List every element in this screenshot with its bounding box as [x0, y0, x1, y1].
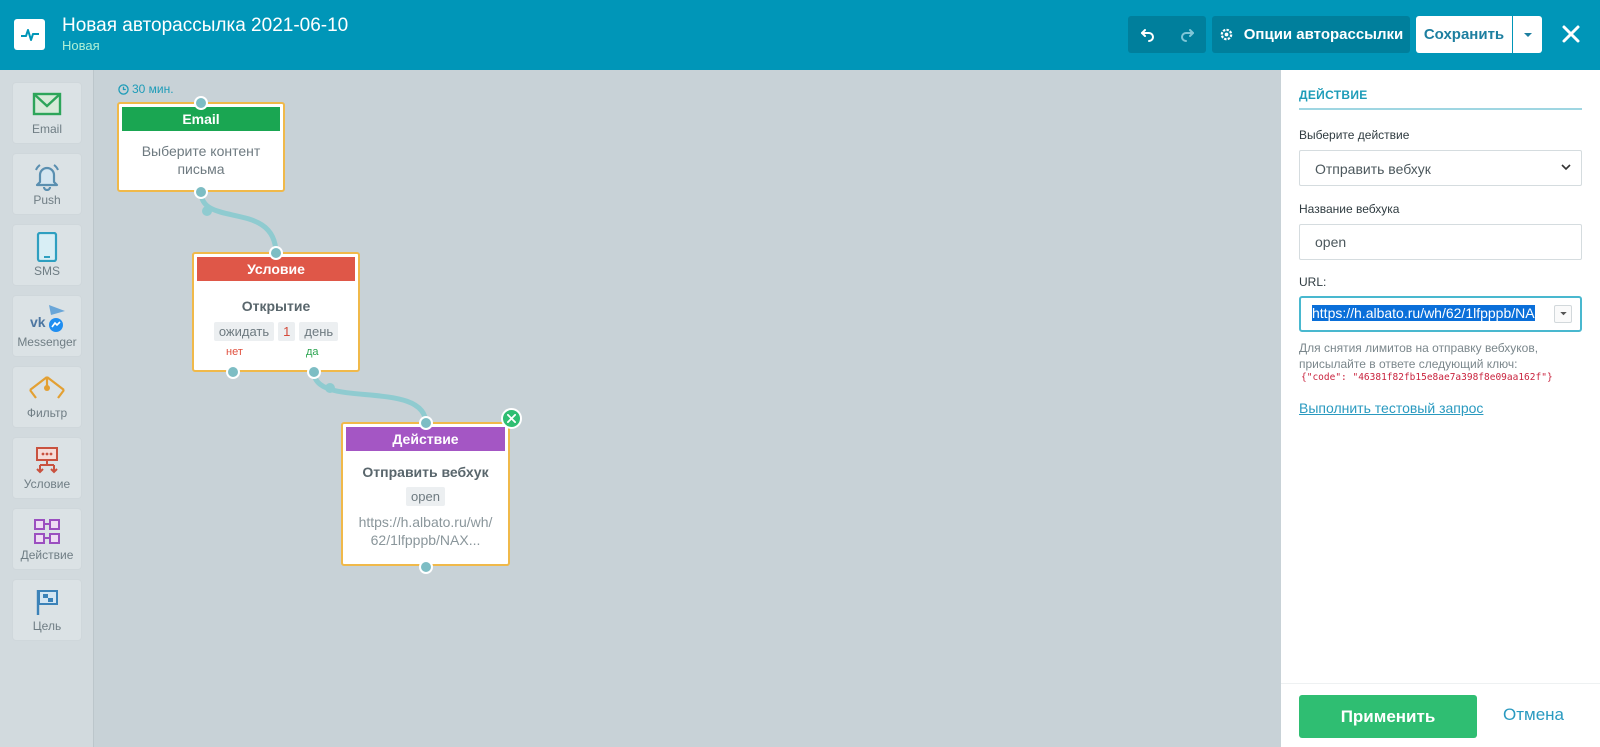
delay-value: 30 мин.: [132, 82, 174, 96]
url-label: URL:: [1299, 275, 1327, 289]
condition-no-port[interactable]: [226, 365, 240, 379]
email-node-title: Email: [122, 107, 280, 131]
close-editor-button[interactable]: [1556, 19, 1586, 49]
wait-value-chip: 1: [278, 322, 296, 341]
action-node-title: Действие: [346, 427, 505, 451]
action-select-label: Выберите действие: [1299, 128, 1410, 142]
condition-node[interactable]: Условие Открытие ожидать 1 день нет да: [192, 252, 360, 372]
email-output-port[interactable]: [194, 185, 208, 199]
condition-node-title: Условие: [197, 257, 355, 281]
wait-unit-chip: день: [299, 322, 339, 341]
condition-yes-port[interactable]: [307, 365, 321, 379]
branch-no-label: нет: [226, 346, 243, 358]
clock-icon: [118, 83, 129, 95]
url-variables-dropdown[interactable]: [1554, 305, 1572, 323]
wire-email-to-condition: [198, 191, 279, 255]
remove-node-button[interactable]: [501, 408, 522, 429]
action-node-subtitle: Отправить вебхук: [362, 464, 489, 480]
wait-label-chip: ожидать: [213, 322, 275, 341]
email-input-port[interactable]: [194, 96, 208, 110]
test-request-link[interactable]: Выполнить тестовый запрос: [1299, 400, 1483, 416]
url-input[interactable]: https://h.albato.ru/wh/62/1lfpppb/NA: [1299, 296, 1582, 332]
email-node-body: Выберите контент письма: [141, 143, 261, 177]
wire-handle[interactable]: [202, 206, 212, 216]
webhook-key-code: {"code": "46381f82fb15e8ae7a398f8e09aa16…: [1301, 372, 1553, 383]
webhook-limit-hint: Для снятия лимитов на отправку вебхуков,…: [1299, 341, 1539, 371]
wire-handle[interactable]: [325, 383, 335, 393]
panel-title: ДЕЙСТВИЕ: [1299, 88, 1368, 102]
webhook-url-preview: https://h.albato.ru/wh/62/1lfpppb/NAX...: [358, 514, 493, 548]
branch-yes-label: да: [306, 346, 319, 358]
webhook-name-chip: open: [406, 487, 445, 506]
cancel-button[interactable]: Отмена: [1503, 705, 1564, 725]
action-output-port[interactable]: [419, 560, 433, 574]
url-input-value: https://h.albato.ru/wh/62/1lfpppb/NA: [1312, 305, 1535, 321]
chevron-down-icon: [1523, 32, 1532, 37]
panel-footer: Применить Отмена: [1281, 683, 1600, 747]
condition-wait: ожидать 1 день: [194, 322, 358, 341]
condition-node-subtitle: Открытие: [241, 298, 311, 314]
settings-panel: ДЕЙСТВИЕ Выберите действие Отправить веб…: [1281, 70, 1600, 747]
email-node[interactable]: Email Выберите контент письма: [117, 102, 285, 192]
close-icon: [1562, 25, 1580, 43]
wire-condition-to-action: [311, 371, 429, 425]
save-dropdown-button[interactable]: [1513, 16, 1542, 53]
webhook-name-input[interactable]: [1299, 224, 1582, 260]
action-select[interactable]: Отправить вебхук: [1299, 150, 1582, 186]
delay-label[interactable]: 30 мин.: [118, 82, 174, 96]
panel-divider: [1299, 108, 1582, 110]
chevron-down-icon: [1561, 164, 1571, 171]
apply-button[interactable]: Применить: [1299, 695, 1477, 738]
action-input-port[interactable]: [419, 416, 433, 430]
condition-input-port[interactable]: [269, 246, 283, 260]
save-button[interactable]: Сохранить: [1416, 16, 1512, 53]
action-node[interactable]: Действие Отправить вебхук open https://h…: [341, 422, 510, 566]
chevron-down-icon: [1559, 312, 1567, 316]
webhook-name-label: Название вебхука: [1299, 202, 1400, 216]
action-select-value: Отправить вебхук: [1315, 161, 1431, 177]
close-icon: [507, 414, 516, 423]
